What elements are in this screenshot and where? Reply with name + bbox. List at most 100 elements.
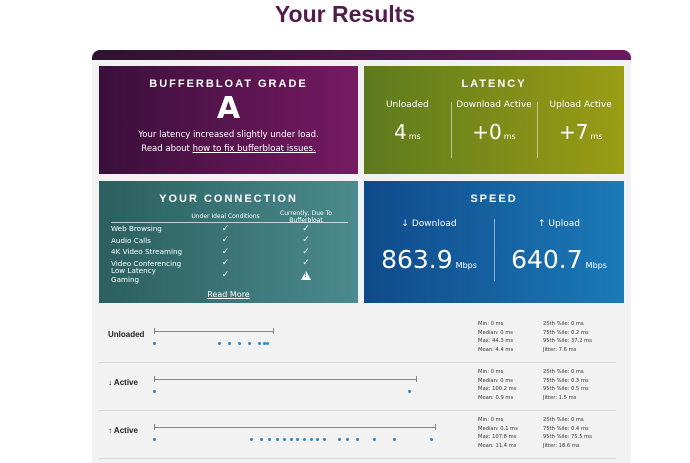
read-more-link[interactable]: Read More [207,290,249,299]
fix-bufferbloat-link[interactable]: how to fix bufferbloat issues. [193,144,316,154]
download-label: ↓ Download [401,219,457,229]
warning-icon [301,270,311,280]
stat-jitter: Jitter: 7.6 ms [543,346,577,353]
latency-sample-dot [248,342,251,345]
latency-sample-dot [338,438,341,441]
stat-median: Median: 0.1 ms [478,425,518,432]
upload-label: ↑ Upload [538,219,580,229]
latency-sample-dot [228,342,231,345]
check-icon: ✓ [221,223,230,234]
stats-right: 25th %ile: 0 ms 75th %ile: 0.3 ms 95th %… [543,368,589,402]
stat-p75: 75th %ile: 0.4 ms [543,425,589,432]
latency-dot-layer [99,363,616,410]
grade-description: Your latency increased slightly under lo… [138,130,319,140]
upload-unit: Mbps [585,261,607,270]
stat-min: Min: 0 ms [478,369,504,375]
latency-upload-active: Upload Active +7 ms [537,100,624,158]
latency-sample-dot [266,342,269,345]
connection-row-label: Web Browsing [111,224,162,234]
latency-value: +0 [472,120,502,144]
connection-table: Under Ideal Conditions Currently, Due To… [111,209,348,284]
grade-link-line: Read about how to fix bufferbloat issues… [99,144,358,154]
latency-dot-layer [99,411,616,458]
latency-sample-dot [356,438,359,441]
connection-row: Audio Calls ✓ ✓ [111,235,348,247]
stat-p25: 25th %ile: 0 ms [543,369,584,375]
latency-download-active: Download Active +0 ms [450,100,538,158]
stats-left: Min: 0 ms Median: 0.1 ms Max: 107.8 ms M… [478,416,518,450]
latency-unit: ms [408,132,421,141]
stat-mean: Mean: 11.4 ms [478,442,517,449]
connection-row: Web Browsing ✓ ✓ [111,223,348,235]
latency-sample-dot [373,438,376,441]
latency-sample-dot [218,342,221,345]
latency-sample-dot [346,438,349,441]
stats-left: Min: 0 ms Median: 0 ms Max: 100.2 ms Mea… [478,368,516,402]
latency-value: 4 [393,120,407,144]
stat-p25: 25th %ile: 0 ms [543,417,584,423]
stat-p75: 75th %ile: 0.2 ms [543,329,589,336]
stat-p95: 95th %ile: 0.5 ms [543,386,589,393]
latency-card-title: LATENCY [461,78,527,90]
connection-card: YOUR CONNECTION Under Ideal Conditions C… [99,181,358,303]
connection-row-label: Audio Calls [111,235,151,245]
grade-link-prefix: Read about [141,144,193,154]
latency-sample-dot [238,342,241,345]
page-title: Your Results [274,1,416,27]
check-icon: ✓ [221,246,230,257]
connection-row: 4K Video Streaming ✓ ✓ [111,246,348,258]
column-header-ideal: Under Ideal Conditions [191,213,260,220]
latency-sample-dot [310,438,313,441]
download-value: 863.9 [381,245,453,274]
check-icon: ✓ [302,246,310,257]
stat-mean: Mean: 0.9 ms [478,394,514,401]
latency-sample-dot [268,438,271,441]
stat-min: Min: 0 ms [478,321,504,327]
latency-label: Upload Active [549,100,612,110]
stat-mean: Mean: 4.4 ms [478,346,514,353]
connection-row: Low Latency Gaming ✓ [111,266,348,284]
results-panel: BUFFERBLOAT GRADE A Your latency increas… [92,50,631,463]
latency-card: LATENCY Unloaded 4 ms Download Active +0 m… [364,66,624,174]
latency-sample-dot [393,438,396,441]
stat-p95: 95th %ile: 37.2 ms [543,338,592,345]
stats-right: 25th %ile: 0 ms 75th %ile: 0.4 ms 95th %… [543,416,592,450]
check-icon: ✓ [302,223,310,234]
latency-unloaded: Unloaded 4 ms [364,100,451,144]
latency-row-download-active: ↓ Active Min: 0 ms Median: 0 ms Max: 100… [99,363,616,411]
check-icon: ✓ [302,235,310,246]
column-header-current: Currently, Due To Bufferbloat [280,209,332,224]
check-icon: ✓ [221,258,230,269]
latency-sample-dot [250,438,253,441]
stat-p75: 75th %ile: 0.3 ms [543,377,589,384]
stats-right: 25th %ile: 0 ms 75th %ile: 0.2 ms 95th %… [543,320,592,354]
latency-sample-dot [303,438,306,441]
stat-median: Median: 0 ms [478,329,513,336]
latency-label: Download Active [456,100,532,110]
latency-unit: ms [590,132,603,141]
latency-sample-dot [316,438,319,441]
speed-card: SPEED ↓ Download 863.9 Mbps ↑ Upload 640.… [364,181,624,303]
latency-sample-dot [276,438,279,441]
latency-sample-dot [430,438,433,441]
latency-label: Unloaded [385,100,429,110]
stat-jitter: Jitter: 1.5 ms [543,394,577,401]
latency-sample-dot [296,438,299,441]
latency-sample-dot [258,342,261,345]
results-header-bar [92,50,631,60]
stat-max: Max: 107.8 ms [478,434,517,441]
latency-sample-dot [153,390,156,393]
stat-min: Min: 0 ms [478,417,504,423]
latency-sample-dot [323,438,326,441]
latency-sample-dot [260,438,263,441]
bufferbloat-grade-card: BUFFERBLOAT GRADE A Your latency increas… [99,66,358,174]
latency-sample-dot [153,342,156,345]
latency-row-upload-active: ↑ Active Min: 0 ms Median: 0.1 ms Max: 1… [99,411,616,459]
speed-upload: ↑ Upload 640.7 Mbps [494,219,624,281]
latency-dot-layer [99,315,616,362]
latency-sample-dot [408,390,411,393]
check-icon: ✓ [221,269,230,280]
speed-card-title: SPEED [470,193,518,205]
latency-sample-dot [283,438,286,441]
stat-median: Median: 0 ms [478,377,513,384]
